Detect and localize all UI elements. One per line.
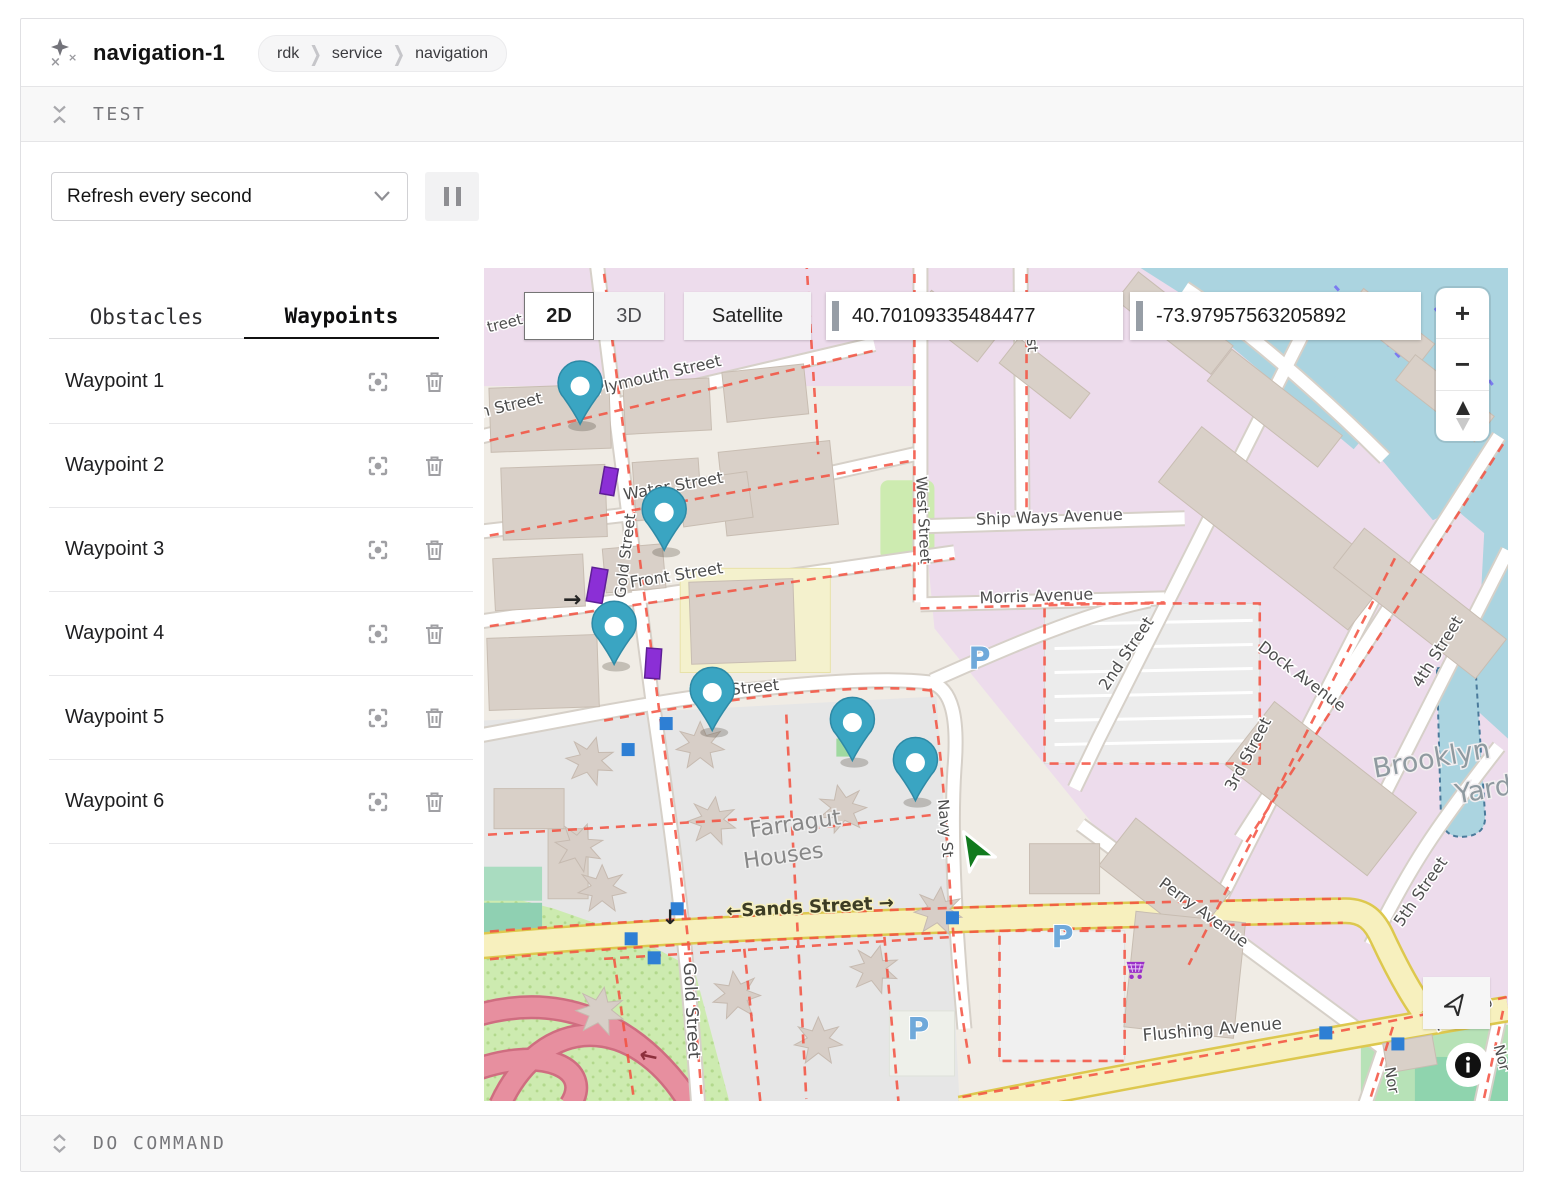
waypoint-label: Waypoint 1 <box>65 370 335 393</box>
focus-waypoint-button[interactable] <box>365 621 391 647</box>
locate-robot-button[interactable] <box>1423 977 1490 1029</box>
waypoint-label: Waypoint 6 <box>65 790 335 813</box>
pause-refresh-button[interactable] <box>425 172 479 221</box>
longitude-drag-handle[interactable] <box>1136 301 1143 331</box>
zoom-out-button[interactable]: − <box>1436 338 1489 389</box>
latitude-drag-handle[interactable] <box>832 301 839 331</box>
delete-waypoint-button[interactable] <box>421 705 447 731</box>
focus-waypoint-button[interactable] <box>365 453 391 479</box>
header: × × navigation-1 rdk ❯ service ❯ navigation <box>21 19 1523 86</box>
waypoint-row: Waypoint 6 <box>49 760 473 844</box>
trash-icon <box>423 370 446 394</box>
expand-icon[interactable] <box>52 1133 67 1154</box>
focus-icon <box>366 706 390 730</box>
trash-icon <box>423 622 446 646</box>
waypoint-row: Waypoint 2 <box>49 424 473 508</box>
waypoint-list: Waypoint 1 <box>49 340 473 844</box>
traffic-signal-marker <box>622 743 635 756</box>
svg-text:×: × <box>68 51 77 64</box>
map-zoom-controls: + − <box>1436 288 1489 441</box>
breadcrumb-item[interactable]: rdk <box>277 45 299 63</box>
waypoint-label: Waypoint 2 <box>65 454 335 477</box>
map-label: ↓ <box>662 905 679 929</box>
do-command-section-label: DO COMMAND <box>93 1133 226 1154</box>
trash-icon <box>423 454 446 478</box>
delete-waypoint-button[interactable] <box>421 369 447 395</box>
tab-obstacles[interactable]: Obstacles <box>49 295 244 338</box>
waypoint-label: Waypoint 4 <box>65 622 335 645</box>
delete-waypoint-button[interactable] <box>421 621 447 647</box>
latitude-input[interactable] <box>826 292 1123 340</box>
trash-icon <box>423 706 446 730</box>
map-canvas[interactable]: PPP Plymouth Streeth StreettreetWater St… <box>484 268 1508 1101</box>
navigation-arrow-icon <box>1444 990 1470 1016</box>
focus-waypoint-button[interactable] <box>365 705 391 731</box>
breadcrumb: rdk ❯ service ❯ navigation <box>258 35 507 72</box>
navigation-card: × × navigation-1 rdk❯service❯navigation … <box>20 18 1524 1172</box>
map-satellite-button[interactable]: Satellite <box>684 292 811 340</box>
waypoint-label: Waypoint 3 <box>65 538 335 561</box>
trash-icon <box>423 538 446 562</box>
focus-icon <box>366 370 390 394</box>
map-label: → <box>563 587 581 612</box>
focus-waypoint-button[interactable] <box>365 369 391 395</box>
page-title: navigation-1 <box>93 19 225 86</box>
focus-icon <box>366 790 390 814</box>
breadcrumb-separator: ❯ <box>309 41 322 66</box>
map-label: Morris Avenue <box>979 584 1093 607</box>
traffic-signal-marker <box>1391 1037 1404 1050</box>
panel-tabs: ObstaclesWaypoints <box>49 295 439 339</box>
collapse-icon[interactable] <box>52 104 67 125</box>
svg-text:×: × <box>50 55 61 69</box>
focus-icon <box>366 454 390 478</box>
traffic-signal-marker <box>946 911 959 924</box>
breadcrumb-item[interactable]: service <box>332 45 383 63</box>
trash-icon <box>423 790 446 814</box>
waypoint-row: Waypoint 3 <box>49 508 473 592</box>
do-command-section-bar[interactable]: DO COMMAND <box>21 1115 1523 1171</box>
info-icon <box>1454 1051 1482 1079</box>
map-3d-button[interactable]: 3D <box>594 292 664 340</box>
test-section-bar[interactable]: TEST <box>21 86 1523 142</box>
traffic-signal-marker <box>648 951 661 964</box>
zoom-in-button[interactable]: + <box>1436 288 1489 338</box>
parking-icon: P <box>968 641 990 676</box>
breadcrumb-separator: ❯ <box>393 41 406 66</box>
focus-waypoint-button[interactable] <box>365 537 391 563</box>
chevron-down-icon <box>373 190 391 202</box>
waypoint-label: Waypoint 5 <box>65 706 335 729</box>
compass-button[interactable] <box>1436 390 1489 441</box>
pause-icon <box>456 187 461 206</box>
traffic-signal-marker <box>625 932 638 945</box>
obstacle-marker <box>645 648 662 679</box>
traffic-signal-marker <box>660 717 673 730</box>
tab-waypoints[interactable]: Waypoints <box>244 295 439 339</box>
refresh-rate-select[interactable]: Refresh every second <box>51 172 408 221</box>
breadcrumb-item[interactable]: navigation <box>415 45 488 63</box>
waypoint-row: Waypoint 5 <box>49 676 473 760</box>
longitude-input[interactable] <box>1130 292 1421 340</box>
delete-waypoint-button[interactable] <box>421 789 447 815</box>
delete-waypoint-button[interactable] <box>421 453 447 479</box>
delete-waypoint-button[interactable] <box>421 537 447 563</box>
test-section-label: TEST <box>93 104 146 125</box>
navigation-service-icon: × × <box>45 35 79 69</box>
focus-icon <box>366 538 390 562</box>
waypoint-row: Waypoint 1 <box>49 340 473 424</box>
map-attribution-button[interactable] <box>1446 1043 1490 1087</box>
waypoint-row: Waypoint 4 <box>49 592 473 676</box>
pause-icon <box>444 187 449 206</box>
traffic-signal-marker <box>1319 1026 1332 1039</box>
refresh-rate-value: Refresh every second <box>67 186 252 208</box>
parking-icon: P <box>1052 920 1074 955</box>
focus-icon <box>366 622 390 646</box>
navigation-map[interactable]: PPP Plymouth Streeth StreettreetWater St… <box>484 268 1508 1101</box>
map-2d-button[interactable]: 2D <box>524 292 594 340</box>
focus-waypoint-button[interactable] <box>365 789 391 815</box>
parking-icon: P <box>907 1012 929 1047</box>
compass-icon <box>1453 400 1473 432</box>
